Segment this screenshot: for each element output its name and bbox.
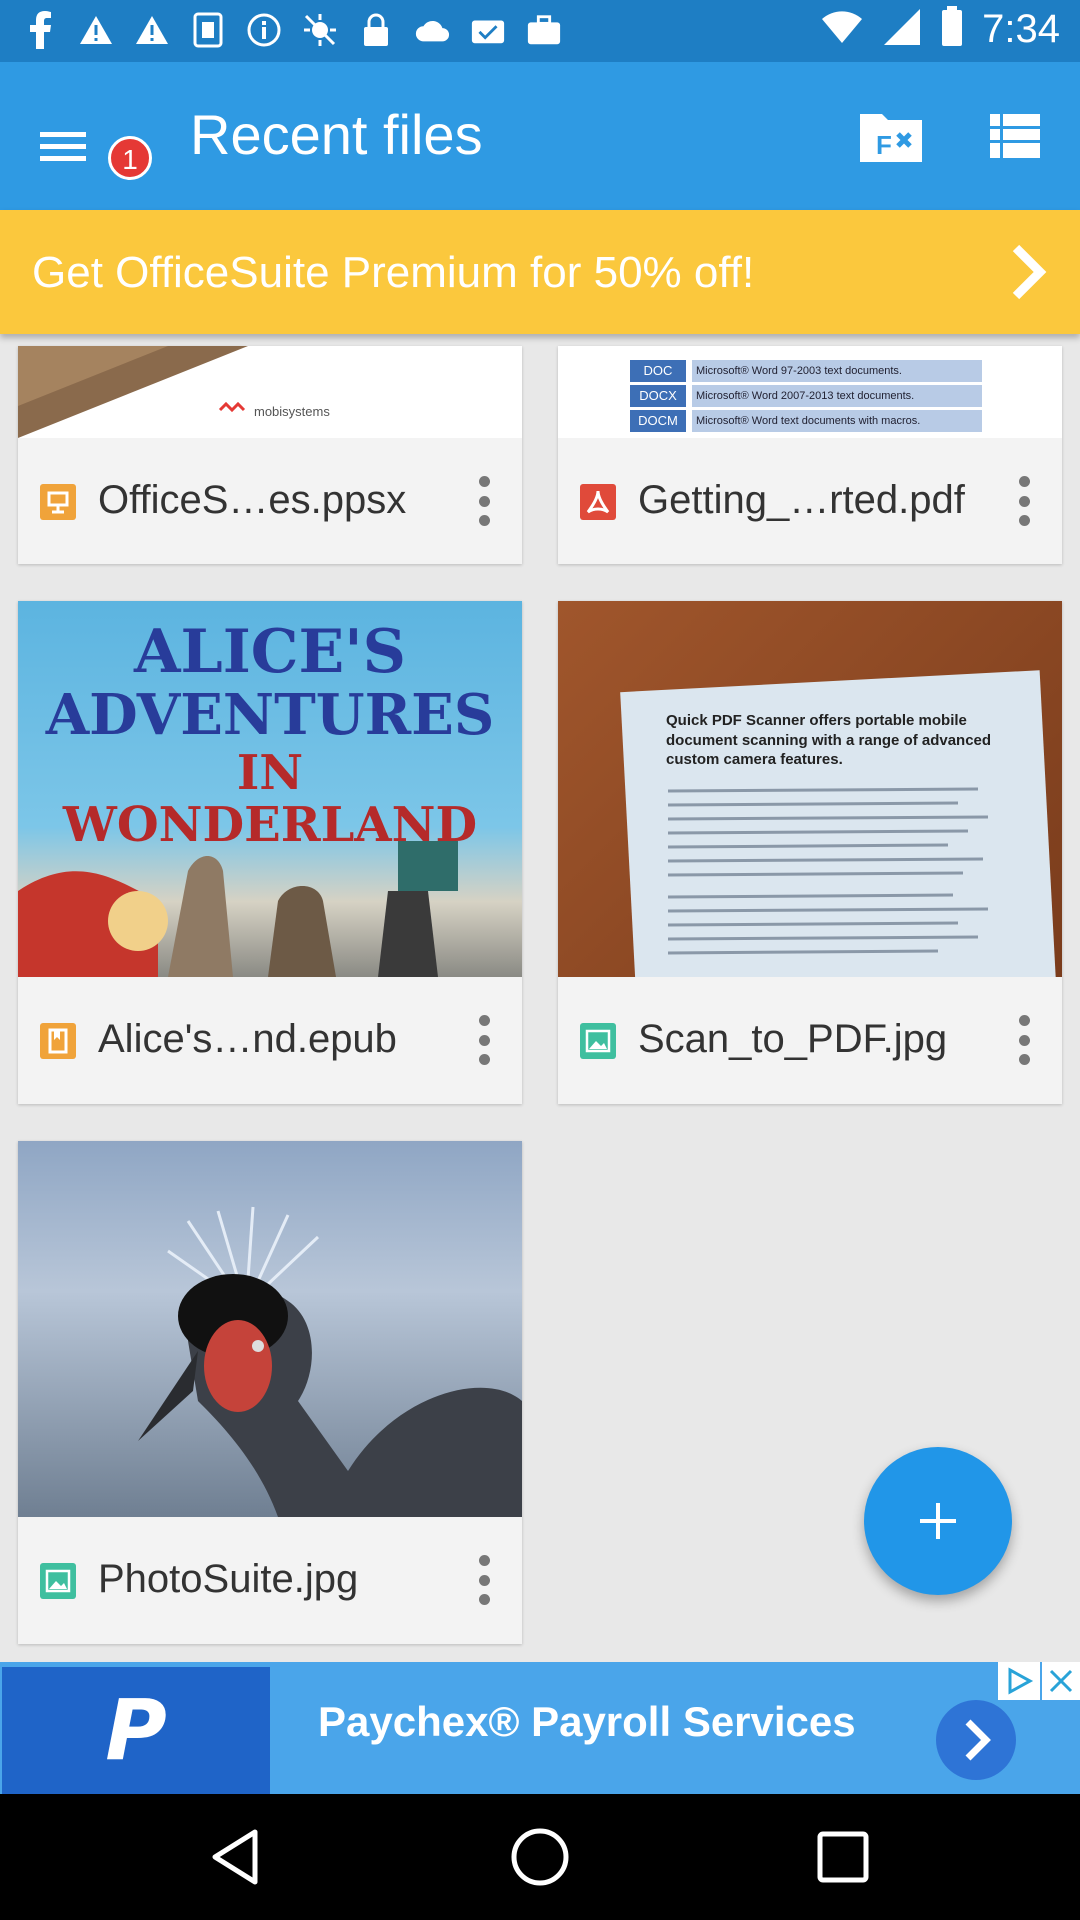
gps-off-icon bbox=[302, 10, 338, 50]
file-card-photosuite-jpg[interactable]: PhotoSuite.jpg bbox=[18, 1141, 522, 1644]
list-view-icon bbox=[990, 114, 1040, 158]
more-options-button[interactable] bbox=[1014, 476, 1034, 526]
file-thumbnail bbox=[18, 1141, 522, 1517]
book-file-icon bbox=[40, 1023, 76, 1059]
chevron-right-icon bbox=[965, 1719, 991, 1761]
file-name: Scan_to_PDF.jpg bbox=[638, 1017, 948, 1061]
plus-icon bbox=[920, 1503, 956, 1539]
more-options-button[interactable] bbox=[1014, 1015, 1034, 1065]
app-bar: 1 Recent files F bbox=[0, 62, 1080, 210]
file-name: Getting_…rted.pdf bbox=[638, 478, 965, 522]
sim-icon bbox=[190, 10, 226, 50]
ad-arrow-button[interactable] bbox=[936, 1700, 1016, 1780]
file-card-footer: Alice's…nd.epub bbox=[18, 977, 522, 1103]
home-icon bbox=[511, 1828, 569, 1886]
file-card-officesuite-ppsx[interactable]: mobisystems OfficeS…es.ppsx bbox=[18, 346, 522, 564]
more-options-button[interactable] bbox=[474, 1555, 494, 1605]
info-icon bbox=[246, 10, 282, 50]
file-card-alice-epub[interactable]: ALICE'S ADVENTURES IN WONDERLAND Alice's… bbox=[18, 601, 522, 1104]
status-bar: 7:34 bbox=[0, 0, 1080, 62]
file-thumbnail: ALICE'S ADVENTURES IN WONDERLAND bbox=[18, 601, 522, 977]
pdf-file-icon bbox=[580, 484, 616, 520]
recents-button[interactable] bbox=[810, 1824, 876, 1890]
system-icons: 7:34 bbox=[820, 6, 1060, 53]
wifi-icon bbox=[820, 9, 864, 50]
recents-icon bbox=[817, 1831, 869, 1883]
ad-choices-icon[interactable] bbox=[998, 1662, 1040, 1700]
mail-check-icon bbox=[470, 10, 506, 50]
notification-badge: 1 bbox=[108, 136, 152, 180]
file-card-scan-to-pdf-jpg[interactable]: Quick PDF Scanner offers portable mobile… bbox=[558, 601, 1062, 1104]
chevron-right-icon bbox=[1004, 240, 1054, 304]
cloud-icon bbox=[414, 10, 450, 50]
premium-promo-banner[interactable]: Get OfficeSuite Premium for 50% off! bbox=[0, 210, 1080, 334]
back-button[interactable] bbox=[205, 1824, 271, 1890]
menu-icon bbox=[40, 132, 86, 161]
svg-text:F: F bbox=[876, 130, 892, 160]
file-card-footer: OfficeS…es.ppsx bbox=[18, 438, 522, 564]
more-options-button[interactable] bbox=[474, 1015, 494, 1065]
battery-icon bbox=[940, 6, 964, 53]
signal-icon bbox=[882, 7, 922, 52]
file-name: PhotoSuite.jpg bbox=[98, 1557, 359, 1601]
file-thumbnail: DOC Microsoft® Word 97-2003 text documen… bbox=[558, 346, 1062, 438]
back-icon bbox=[212, 1829, 258, 1885]
briefcase-icon bbox=[526, 10, 562, 50]
file-name: OfficeS…es.ppsx bbox=[98, 478, 407, 522]
file-card-footer: PhotoSuite.jpg bbox=[18, 1517, 522, 1643]
ad-close-button[interactable] bbox=[1042, 1662, 1080, 1700]
file-name: Alice's…nd.epub bbox=[98, 1017, 397, 1061]
list-view-button[interactable] bbox=[988, 110, 1042, 162]
file-card-footer: Getting_…rted.pdf bbox=[558, 438, 1062, 564]
warning-icon bbox=[134, 10, 170, 50]
image-file-icon bbox=[40, 1563, 76, 1599]
file-thumbnail: Quick PDF Scanner offers portable mobile… bbox=[558, 601, 1062, 977]
lock-icon bbox=[358, 10, 394, 50]
navigation-bar bbox=[0, 1794, 1080, 1920]
facebook-icon bbox=[22, 10, 58, 50]
presentation-file-icon bbox=[40, 484, 76, 520]
home-button[interactable] bbox=[507, 1824, 573, 1890]
ad-banner[interactable]: P Paychex® Payroll Services bbox=[0, 1662, 1080, 1794]
add-file-fab[interactable] bbox=[864, 1447, 1012, 1595]
more-options-button[interactable] bbox=[474, 476, 494, 526]
promo-text: Get OfficeSuite Premium for 50% off! bbox=[32, 248, 755, 297]
file-card-getting-started-pdf[interactable]: DOC Microsoft® Word 97-2003 text documen… bbox=[558, 346, 1062, 564]
browse-folder-button[interactable]: F bbox=[858, 108, 924, 164]
page-title: Recent files bbox=[190, 103, 483, 166]
paychex-logo: P bbox=[2, 1667, 270, 1794]
thumb-brand: mobisystems bbox=[254, 404, 330, 419]
status-time: 7:34 bbox=[982, 7, 1060, 51]
notification-icons bbox=[22, 10, 562, 50]
file-card-footer: Scan_to_PDF.jpg bbox=[558, 977, 1062, 1103]
file-thumbnail: mobisystems bbox=[18, 346, 522, 438]
close-icon bbox=[1049, 1669, 1073, 1693]
menu-button[interactable]: 1 bbox=[36, 102, 152, 180]
ad-text: Paychex® Payroll Services bbox=[318, 1698, 856, 1745]
gps-alert-icon bbox=[78, 10, 114, 50]
folder-icon: F bbox=[860, 114, 922, 162]
image-file-icon bbox=[580, 1023, 616, 1059]
